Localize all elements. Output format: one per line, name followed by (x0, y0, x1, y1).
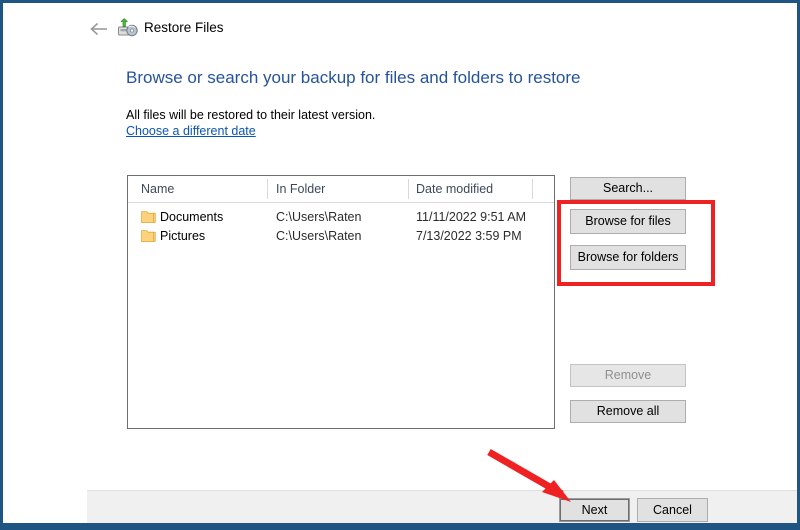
restore-version-note: All files will be restored to their late… (126, 108, 376, 122)
remove-all-button[interactable]: Remove all (570, 400, 686, 423)
cell-name: Pictures (160, 229, 206, 243)
page-heading: Browse or search your backup for files a… (126, 68, 581, 87)
window-border-bottom (0, 523, 800, 530)
cell-name: Documents (160, 210, 224, 224)
column-divider (532, 179, 533, 199)
next-button[interactable]: Next (559, 498, 630, 522)
browse-for-files-button[interactable]: Browse for files (570, 209, 686, 234)
cell-in-folder: C:\Users\Raten (276, 210, 362, 224)
back-arrow-icon (90, 22, 107, 36)
search-button[interactable]: Search... (570, 177, 686, 200)
browse-for-folders-button[interactable]: Browse for folders (570, 245, 686, 270)
file-list-header: Name In Folder Date modified (128, 176, 554, 203)
choose-different-date-link[interactable]: Choose a different date (126, 124, 256, 138)
table-row[interactable]: Documents C:\Users\Raten 11/11/2022 9:51… (128, 208, 554, 227)
cancel-button[interactable]: Cancel (637, 498, 708, 522)
cell-date-modified: 7/13/2022 3:59 PM (416, 229, 522, 243)
column-header-in-folder[interactable]: In Folder (276, 182, 325, 196)
cell-date-modified: 11/11/2022 9:51 AM (416, 210, 527, 224)
table-row[interactable]: Pictures C:\Users\Raten 7/13/2022 3:59 P… (128, 227, 554, 246)
folder-icon (140, 210, 156, 224)
cell-in-folder: C:\Users\Raten (276, 229, 362, 243)
remove-button: Remove (570, 364, 686, 387)
window-title: Restore Files (144, 20, 224, 35)
column-divider (267, 179, 268, 199)
column-divider (408, 179, 409, 199)
window-border-top (0, 0, 800, 3)
window-border-left (0, 0, 3, 530)
restore-files-icon (117, 18, 138, 39)
file-list[interactable]: Name In Folder Date modified Documents C… (127, 175, 555, 429)
folder-icon (140, 229, 156, 243)
file-list-body: Documents C:\Users\Raten 11/11/2022 9:51… (128, 208, 554, 246)
column-header-name[interactable]: Name (141, 182, 174, 196)
restore-files-window: Restore Files Browse or search your back… (0, 0, 800, 530)
column-header-date-modified[interactable]: Date modified (416, 182, 493, 196)
back-button[interactable] (86, 17, 112, 41)
